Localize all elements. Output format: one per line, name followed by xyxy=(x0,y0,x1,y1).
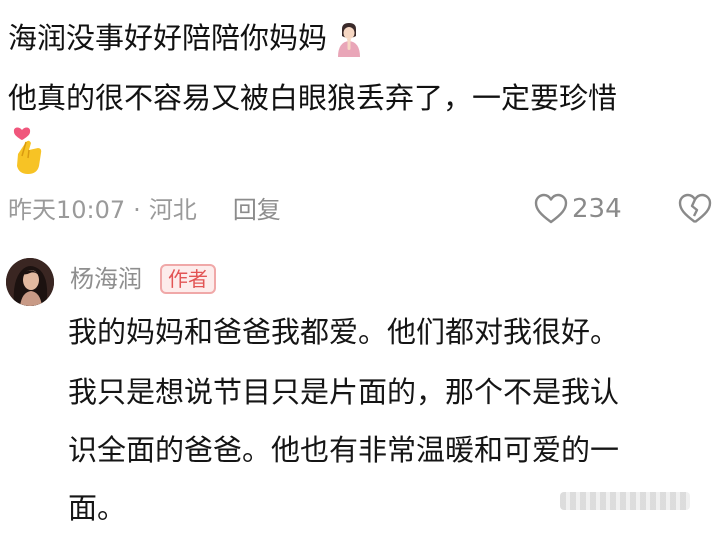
comment-text-line-2: 他真的很不容易又被白眼狼丢弃了，一定要珍惜 xyxy=(8,81,618,115)
comment-location: 河北 xyxy=(148,196,197,224)
meta-separator: · xyxy=(133,196,141,224)
reply-text-line-1: 我的妈妈和爸爸我都爱。他们都对我很好。 xyxy=(68,315,620,349)
heart-hand-emoji-icon xyxy=(8,126,48,176)
like-button[interactable]: 234 xyxy=(534,192,622,226)
author-badge: 作者 xyxy=(160,264,216,294)
heart-outline-icon xyxy=(534,193,568,224)
dislike-button[interactable] xyxy=(678,193,712,225)
author-avatar[interactable] xyxy=(6,258,54,306)
comment-text: 海润没事好好陪陪你妈妈 xyxy=(8,21,328,55)
author-reply: 杨海润 作者 我的妈妈和爸爸我都爱。他们都对我很好。 我只是想说节目只是片面的，… xyxy=(0,248,724,533)
broken-heart-icon xyxy=(678,193,712,223)
blurred-watermark xyxy=(560,492,690,510)
reply-text-line-4: 面。 xyxy=(68,491,127,525)
reply-text-line-2: 我只是想说节目只是片面的，那个不是我认 xyxy=(68,375,620,409)
reply-text-line-3: 识全面的爸爸。他也有非常温暖和可爱的一 xyxy=(68,433,620,467)
praying-woman-emoji-icon xyxy=(333,22,365,58)
like-count: 234 xyxy=(572,194,622,224)
comment-meta: 昨天10:07 · 河北 回复 xyxy=(8,192,281,227)
reply-button[interactable]: 回复 xyxy=(233,196,281,224)
comment-time: 昨天10:07 xyxy=(8,196,126,224)
comment-text-line-1: 海润没事好好陪陪你妈妈 xyxy=(8,18,365,58)
author-name[interactable]: 杨海润 xyxy=(70,264,142,294)
comment-item: 海润没事好好陪陪你妈妈 他真的很不容易又被白眼狼丢弃了，一定要珍惜 昨天10:0… xyxy=(0,0,724,240)
